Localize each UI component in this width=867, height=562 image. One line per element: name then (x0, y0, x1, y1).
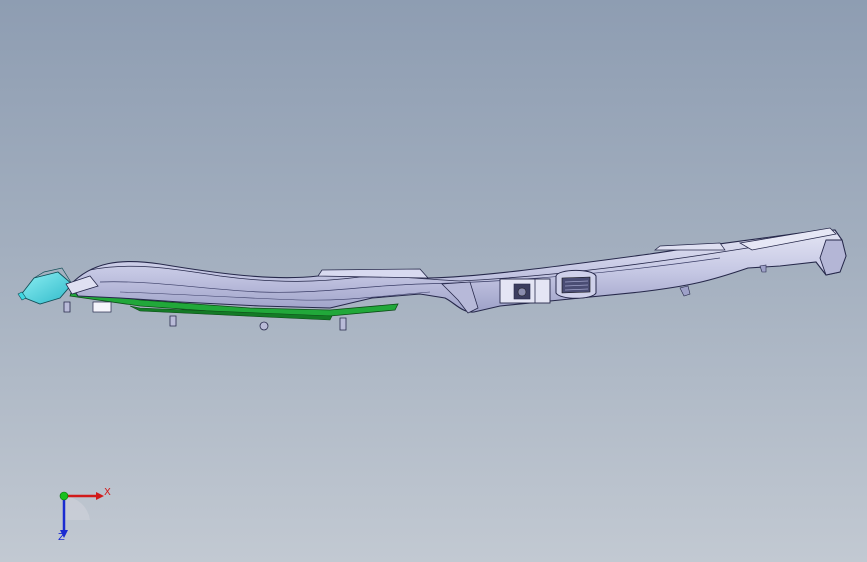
triad-icon (59, 491, 104, 538)
dash-body (69, 227, 847, 314)
reference-triad: X Z (44, 480, 124, 550)
instrument-panel-model[interactable] (0, 0, 867, 562)
z-axis-label: Z (58, 532, 65, 543)
graphics-viewport[interactable]: X Z (0, 0, 867, 562)
x-axis-label: X (104, 487, 111, 498)
